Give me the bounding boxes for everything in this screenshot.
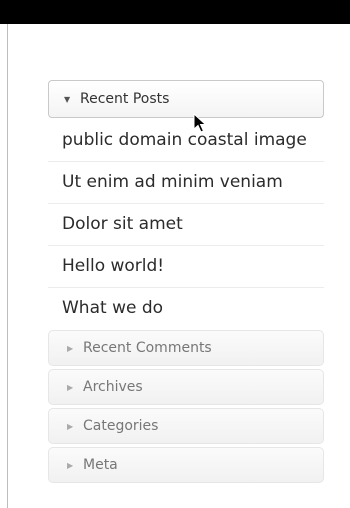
recent-posts-title: Recent Posts bbox=[80, 91, 170, 107]
collapsed-sections: ▶ Recent Comments ▶ Archives ▶ Categorie… bbox=[48, 330, 324, 483]
triangle-right-icon: ▶ bbox=[67, 421, 74, 431]
post-link[interactable]: Dolor sit amet bbox=[48, 204, 324, 246]
triangle-right-icon: ▶ bbox=[67, 460, 74, 470]
triangle-right-icon: ▶ bbox=[67, 382, 74, 392]
post-link[interactable]: Ut enim ad minim veniam bbox=[48, 162, 324, 204]
section-title: Recent Comments bbox=[83, 340, 212, 356]
post-link[interactable]: public domain coastal image bbox=[48, 120, 324, 162]
archives-header[interactable]: ▶ Archives bbox=[48, 369, 324, 405]
recent-comments-header[interactable]: ▶ Recent Comments bbox=[48, 330, 324, 366]
section-title: Meta bbox=[83, 457, 118, 473]
section-title: Archives bbox=[83, 379, 143, 395]
sidebar-widget: ▼ Recent Posts public domain coastal ima… bbox=[48, 80, 324, 486]
triangle-down-icon: ▼ bbox=[64, 94, 71, 104]
left-border-line bbox=[7, 24, 8, 508]
recent-posts-header[interactable]: ▼ Recent Posts bbox=[48, 80, 324, 118]
post-link[interactable]: Hello world! bbox=[48, 246, 324, 288]
recent-posts-list: public domain coastal image Ut enim ad m… bbox=[48, 120, 324, 329]
triangle-right-icon: ▶ bbox=[67, 343, 74, 353]
top-bar bbox=[0, 0, 350, 24]
section-title: Categories bbox=[83, 418, 159, 434]
categories-header[interactable]: ▶ Categories bbox=[48, 408, 324, 444]
mouse-pointer-icon bbox=[193, 113, 207, 133]
post-link[interactable]: What we do bbox=[48, 288, 324, 329]
meta-header[interactable]: ▶ Meta bbox=[48, 447, 324, 483]
